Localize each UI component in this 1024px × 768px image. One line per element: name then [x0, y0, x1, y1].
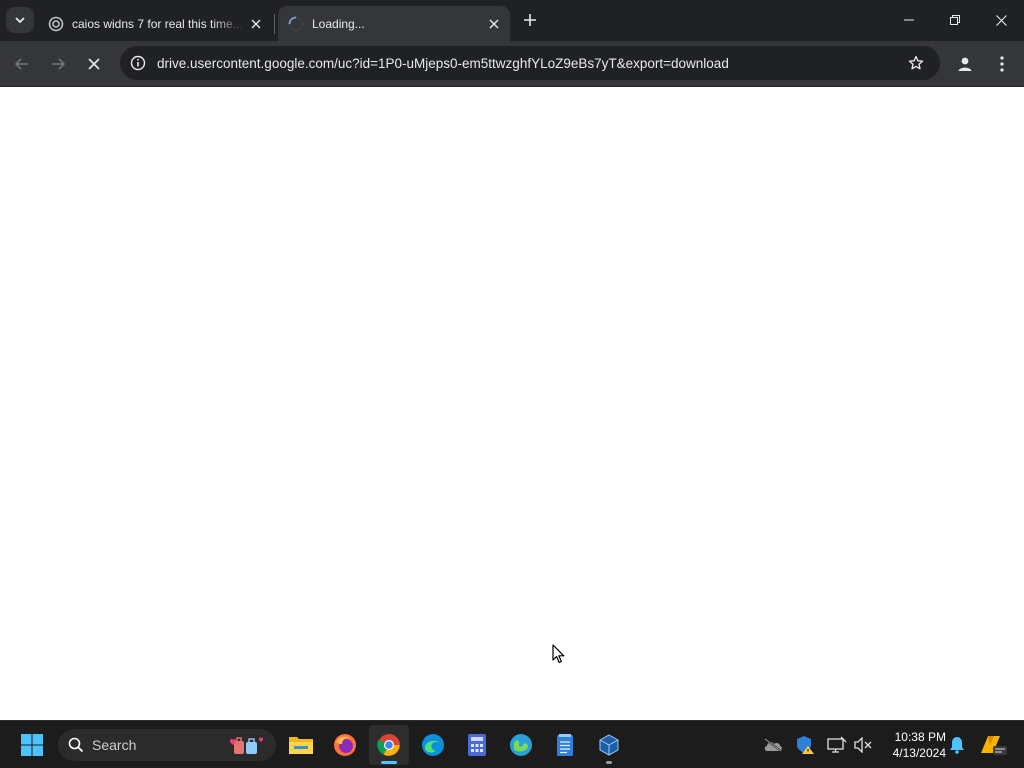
address-bar[interactable]: drive.usercontent.google.com/uc?id=1P0-u… [120, 46, 940, 80]
taskbar-search[interactable]: Search [58, 729, 276, 761]
taskbar-edge[interactable] [413, 725, 453, 765]
arrow-right-icon [52, 58, 66, 70]
search-highlight-icon [230, 737, 263, 754]
virtualbox-icon [599, 734, 619, 756]
url-text: drive.usercontent.google.com/uc?id=1P0-u… [157, 55, 729, 71]
active-app-indicator [381, 761, 397, 764]
taskbar: Search 10:38 PM 4/13/2024 [0, 720, 1024, 768]
taskbar-virtualbox[interactable] [589, 725, 629, 765]
taskbar-chrome[interactable] [369, 725, 409, 765]
network-icon[interactable] [825, 733, 849, 757]
mouse-cursor-icon [552, 644, 565, 664]
tab-title: caios widns 7 for real this time... [72, 16, 243, 31]
start-icon [21, 734, 43, 756]
tab-title: Loading... [312, 16, 365, 31]
clock-date: 4/13/2024 [892, 746, 946, 760]
close-tab-icon[interactable] [246, 14, 266, 34]
tab-search-button[interactable] [6, 7, 34, 33]
close-tab-icon[interactable] [484, 14, 504, 34]
loading-spinner-icon [288, 16, 304, 32]
bookmark-star-icon[interactable] [900, 47, 932, 79]
plus-icon [524, 14, 536, 26]
close-icon [995, 14, 1007, 26]
back-button[interactable] [6, 48, 38, 80]
chrome-icon [377, 734, 400, 756]
notepad-icon [557, 734, 573, 756]
notification-bell-icon[interactable] [945, 733, 969, 757]
restore-icon [950, 15, 960, 25]
system-clock[interactable]: 10:38 PM 4/13/2024 [880, 729, 946, 761]
browser-toolbar: drive.usercontent.google.com/uc?id=1P0-u… [0, 41, 1024, 87]
profile-button[interactable] [949, 48, 981, 80]
new-tab-button[interactable] [518, 8, 542, 32]
profile-icon [958, 57, 972, 71]
tab-separator [274, 14, 275, 34]
close-window-button[interactable] [978, 0, 1024, 40]
forward-button[interactable] [42, 48, 74, 80]
running-app-indicator [606, 761, 612, 764]
calculator-icon [468, 734, 486, 756]
start-button[interactable] [12, 725, 52, 765]
photos-icon [510, 734, 532, 756]
taskbar-file-explorer[interactable] [281, 725, 321, 765]
tab-loading[interactable]: Loading... [278, 6, 510, 41]
search-label: Search [92, 737, 137, 753]
volume-muted-icon[interactable] [851, 733, 875, 757]
security-warning-icon[interactable] [793, 733, 817, 757]
taskbar-firefox[interactable] [325, 725, 365, 765]
minimize-button[interactable] [886, 0, 932, 40]
tab-strip: caios widns 7 for real this time... Load… [0, 0, 1024, 41]
chevron-down-icon [15, 17, 25, 24]
minimize-icon [904, 19, 914, 21]
onedrive-icon[interactable] [761, 733, 785, 757]
tab-caios[interactable]: caios widns 7 for real this time... [38, 6, 272, 41]
arrow-left-icon [14, 58, 28, 70]
taskbar-calculator[interactable] [457, 725, 497, 765]
copilot-pre-icon[interactable] [978, 733, 1008, 757]
close-icon [88, 58, 100, 70]
taskbar-notepad[interactable] [545, 725, 585, 765]
edge-icon [422, 734, 444, 756]
stop-loading-button[interactable] [78, 48, 110, 80]
taskbar-photos[interactable] [501, 725, 541, 765]
tab-favicon-icon [48, 16, 64, 32]
search-icon [68, 737, 84, 753]
clock-time: 10:38 PM [894, 730, 946, 744]
firefox-icon [334, 734, 356, 756]
restore-button[interactable] [932, 0, 978, 40]
menu-button[interactable] [986, 48, 1018, 80]
page-content [0, 87, 1024, 720]
more-vertical-icon [1000, 56, 1004, 72]
site-info-icon[interactable] [122, 47, 154, 79]
file-explorer-icon [289, 737, 313, 754]
